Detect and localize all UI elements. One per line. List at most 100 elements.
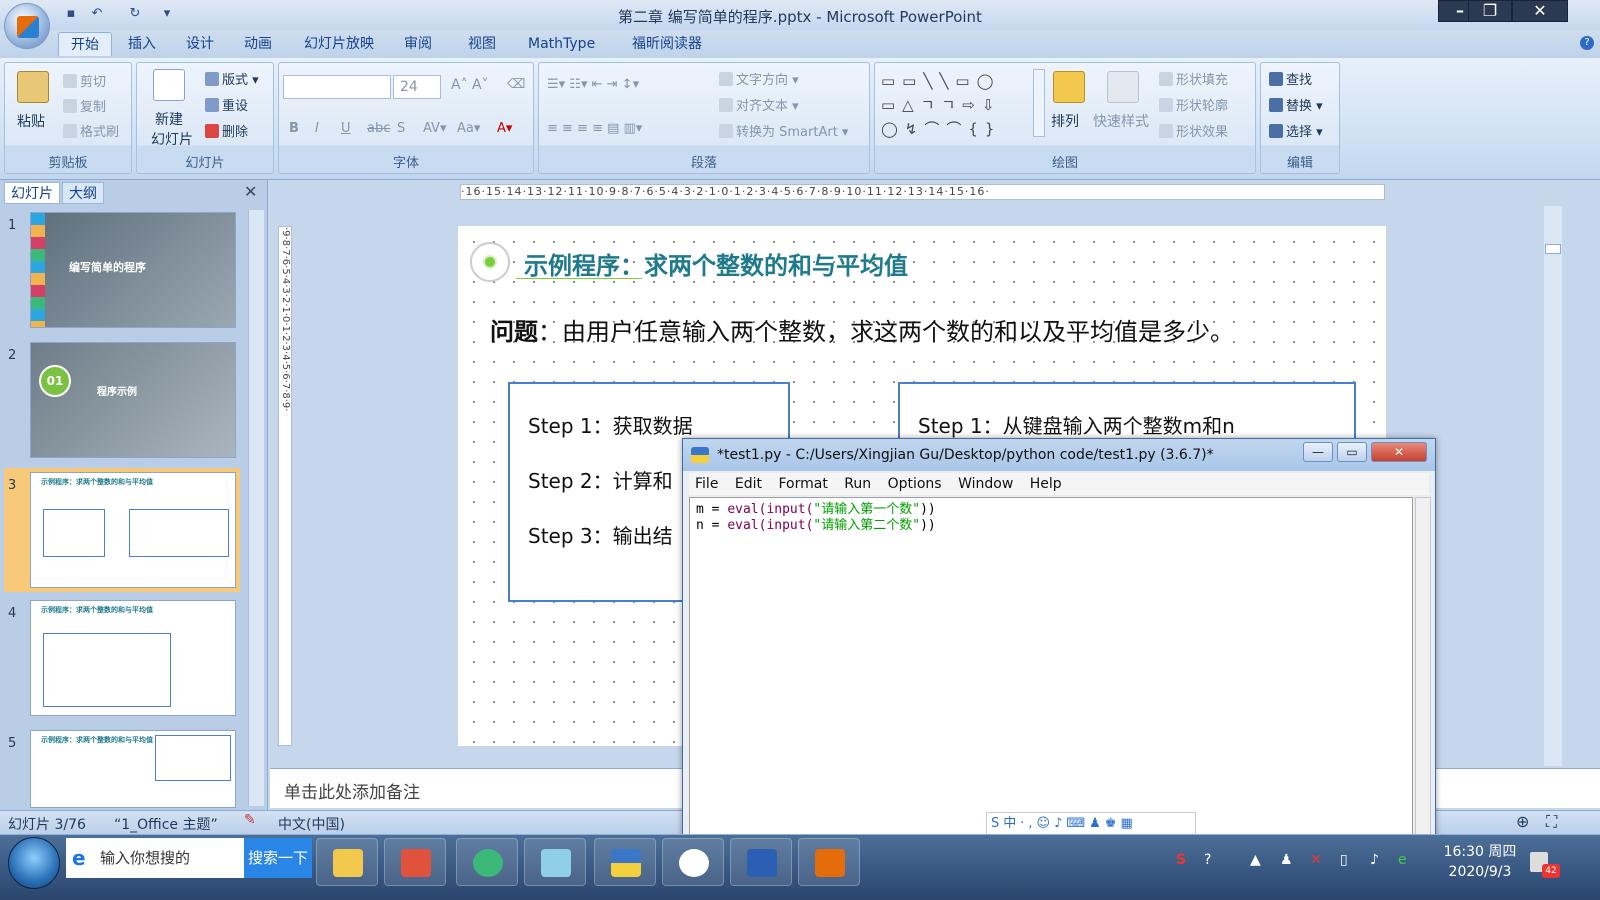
menu-file[interactable]: File [689,473,724,495]
clock[interactable]: 16:30 周四 2020/9/3 [1440,842,1520,882]
close-panel-icon[interactable]: ✕ [244,182,257,201]
office-button[interactable] [4,3,50,49]
code-editor[interactable]: m = eval(input("请输入第一个数")) n = eval(inpu… [689,497,1413,837]
cut-button[interactable]: 剪切 [63,71,106,90]
device-icon[interactable]: ▯ [1340,852,1348,868]
show-hidden-icon[interactable]: ▲ [1250,852,1261,868]
underline-button[interactable]: U [341,121,351,136]
taskbar-word[interactable] [730,838,792,886]
strikethrough-button[interactable]: abc [367,121,390,136]
scroll-thumb[interactable] [1545,244,1561,254]
find-button[interactable]: 查找 [1269,69,1312,88]
new-slide-button[interactable]: 新建 幻灯片 [151,109,193,149]
shape-fill-button[interactable]: 形状填充 [1159,69,1228,88]
search-input[interactable]: 输入你想搜的 [66,838,244,878]
layout-button[interactable]: 版式 ▾ [205,69,259,88]
italic-button[interactable]: I [315,121,319,136]
arrange-button[interactable]: 排列 [1051,111,1079,131]
tab-outline[interactable]: 大纲 [62,182,104,204]
taskbar-python[interactable] [594,838,656,886]
shapes-gallery-scroll[interactable] [1033,69,1045,137]
align-text-button[interactable]: 对齐文本 ▾ [719,95,799,114]
taskbar-explorer[interactable] [316,838,378,886]
quick-styles-button[interactable]: 快速样式 [1093,111,1149,131]
ime-toolbar[interactable]: S中·,☺♪⌨♟♚▦ [986,812,1196,836]
sogou-icon[interactable]: S [1176,852,1186,868]
tab-design[interactable]: 设计 [174,32,226,56]
replace-button[interactable]: 替换 ▾ [1269,95,1323,114]
slide-thumb-3[interactable]: 示例程序：求两个整数的和与平均值 [30,472,236,588]
tab-view[interactable]: 视图 [456,32,508,56]
network-icon[interactable]: ✕ [1310,852,1322,868]
grow-font-button[interactable]: A˄ A˅ [451,77,489,93]
notes-placeholder[interactable]: 单击此处添加备注 [284,778,420,803]
close-button[interactable]: ✕ [1512,0,1568,22]
qq-icon[interactable]: ♟ [1280,852,1293,868]
slide-thumb-1[interactable]: 编写简单的程序 [30,212,236,328]
delete-slide-button[interactable]: 删除 [205,121,248,140]
tab-foxit[interactable]: 福昕阅读器 [620,32,714,56]
select-button[interactable]: 选择 ▾ [1269,121,1323,140]
panel-scrollbar[interactable] [248,210,264,806]
copy-button[interactable]: 复制 [63,96,106,115]
idle-maximize-button[interactable]: ▭ [1337,442,1367,462]
shapes-gallery[interactable]: ▭▭╲╲▭◯ ▭△ㄱㄱ⇨⇩ ◯↯⌒⌒{} [881,69,1031,139]
paste-button[interactable]: 粘贴 [17,111,45,131]
idle-minimize-button[interactable]: — [1303,442,1333,462]
spellcheck-icon[interactable]: ✎ [244,812,256,828]
taskbar-notepad[interactable] [524,838,586,886]
char-spacing-button[interactable]: AV▾ [423,121,446,136]
taskbar-powerpoint[interactable] [798,838,860,886]
shadow-button[interactable]: S [397,121,405,136]
menu-edit[interactable]: Edit [729,473,768,495]
help-icon[interactable]: ? [1580,36,1594,50]
align-buttons[interactable]: ≡ ≡ ≡ ≡ ▤ ▥▾ [547,121,642,136]
idle-close-button[interactable]: ✕ [1371,442,1427,462]
menu-options[interactable]: Options [882,473,948,495]
volume-icon[interactable]: ♪ [1370,852,1379,868]
zoom-in-icon[interactable]: ⊕ [1516,812,1529,831]
font-size-select[interactable]: 24 [393,75,441,99]
maximize-button[interactable]: ❐ [1468,0,1512,22]
horizontal-ruler[interactable]: ·16·15·14·13·12·11·10·9·8·7·6·5·4·3·2·1·… [460,184,1385,200]
fit-window-icon[interactable]: ⛶ [1546,812,1557,832]
reset-button[interactable]: 重设 [205,95,248,114]
menu-run[interactable]: Run [838,473,877,495]
slide-thumb-4[interactable]: 示例程序：求两个整数的和与平均值 [30,600,236,716]
slide-thumb-5[interactable]: 示例程序：求两个整数的和与平均值 [30,730,236,808]
bullets-button[interactable]: ☰▾ ☷▾ ⇤ ⇥ ↕▾ [547,77,639,92]
question-text[interactable]: 问题：由用户任意输入两个整数，求这两个数的和以及平均值是多少。 [490,312,1234,347]
tab-slides[interactable]: 幻灯片 [4,182,60,204]
shape-effects-button[interactable]: 形状效果 [1159,121,1228,140]
slide-scrollbar[interactable] [1544,206,1562,766]
vertical-ruler[interactable]: ·9·8·7·6·5·4·3·2·1·0·1·2·3·4·5·6·7·8·9· [278,226,292,746]
slide-thumb-2[interactable]: 01 程序示例 [30,342,236,458]
tab-mathtype[interactable]: MathType [516,32,607,56]
taskbar-browser[interactable] [456,838,518,886]
tab-animation[interactable]: 动画 [232,32,284,56]
taskbar-chat[interactable] [662,838,724,886]
slide-title[interactable]: 示例程序：求两个整数的和与平均值 [524,246,908,281]
editor-scrollbar[interactable] [1415,497,1431,837]
bold-button[interactable]: B [289,121,299,136]
security-icon[interactable]: e [1398,852,1407,868]
taskbar-reader[interactable] [384,838,446,886]
idle-editor-window[interactable]: *test1.py - C:/Users/Xingjian Gu/Desktop… [682,438,1436,838]
tab-home[interactable]: 开始 [58,32,112,56]
start-button[interactable] [8,837,60,889]
font-color-button[interactable]: A▾ [497,121,512,136]
search-button[interactable]: 搜索一下 [244,838,312,878]
menu-window[interactable]: Window [952,473,1019,495]
text-direction-button[interactable]: 文字方向 ▾ [719,69,799,88]
font-name-select[interactable] [283,75,391,99]
tab-slideshow[interactable]: 幻灯片放映 [292,32,386,56]
smartart-button[interactable]: 转换为 SmartArt ▾ [719,121,848,140]
help-tray-icon[interactable]: ? [1204,852,1211,868]
shape-outline-button[interactable]: 形状轮廓 [1159,95,1228,114]
menu-help[interactable]: Help [1024,473,1068,495]
tab-insert[interactable]: 插入 [116,32,168,56]
format-painter-button[interactable]: 格式刷 [63,121,119,140]
menu-format[interactable]: Format [772,473,833,495]
tab-review[interactable]: 审阅 [392,32,444,56]
change-case-button[interactable]: Aa▾ [457,121,480,136]
